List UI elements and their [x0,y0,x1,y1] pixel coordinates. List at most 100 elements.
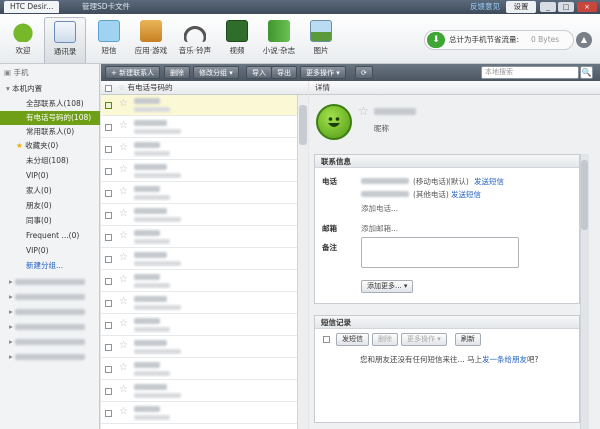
device-tab[interactable]: HTC Desir... [4,1,60,13]
sidebar-account[interactable]: ▸ [0,320,100,334]
row-checkbox[interactable] [105,366,112,373]
minimize-icon[interactable]: _ [540,2,556,12]
table-row[interactable]: ☆ [101,183,297,204]
toolbar-video[interactable]: 视频 [216,17,258,63]
sidebar-item-ungrouped[interactable]: 未分组(108) [0,154,100,168]
row-checkbox[interactable] [105,388,112,395]
toolbar-music[interactable]: 音乐·铃声 [174,17,216,63]
table-row[interactable]: ☆ [101,161,297,182]
row-star-icon[interactable]: ☆ [119,186,128,197]
table-row[interactable]: ☆ [101,337,297,358]
list-scroll-thumb[interactable] [299,105,307,145]
send-sms-link-1[interactable]: 发送短信 [474,176,504,187]
table-row[interactable]: ☆ [101,117,297,138]
collapse-toggle-icon[interactable]: ▲ [576,32,592,48]
table-row[interactable]: ☆ [101,293,297,314]
toolbar-contacts[interactable]: 通讯录 [44,17,86,63]
toolbar-sms[interactable]: 短信 [88,17,130,63]
row-star-icon[interactable]: ☆ [119,406,128,417]
row-checkbox[interactable] [105,410,112,417]
sidebar-item-all[interactable]: 全部联系人(108) [0,97,100,111]
sidebar-account[interactable]: ▸ [0,290,100,304]
sidebar-item-frequent[interactable]: 常用联系人(0) [0,125,100,139]
sidebar-item-frequent-group[interactable]: Frequent ...(0) [0,229,100,243]
row-star-icon[interactable]: ☆ [119,252,128,263]
toolbar-pictures[interactable]: 图片 [300,17,342,63]
refresh-icon[interactable]: ⟳ [355,66,373,79]
row-star-icon[interactable]: ☆ [119,340,128,351]
row-star-icon[interactable]: ☆ [119,230,128,241]
row-checkbox[interactable] [105,234,112,241]
row-checkbox[interactable] [105,322,112,329]
sidebar-phone[interactable]: ▣ 手机 [0,66,100,80]
row-checkbox[interactable] [105,256,112,263]
row-star-icon[interactable]: ☆ [119,318,128,329]
row-checkbox[interactable] [105,190,112,197]
row-star-icon[interactable]: ☆ [119,384,128,395]
search-input[interactable]: 本地搜索 [481,66,579,79]
send-sms-button[interactable]: 发短信 [336,333,369,346]
table-row[interactable]: ☆ [101,227,297,248]
table-row[interactable]: ☆ [101,359,297,380]
search-icon[interactable]: 🔍 [580,66,593,79]
row-checkbox[interactable] [105,278,112,285]
row-star-icon[interactable]: ☆ [119,362,128,373]
sidebar-account[interactable]: ▸ [0,350,100,364]
row-checkbox[interactable] [105,102,112,109]
sidebar-account[interactable]: ▸ [0,305,100,319]
table-row[interactable]: ☆ [101,139,297,160]
new-contact-button[interactable]: + 新建联系人 [105,66,161,79]
row-checkbox[interactable] [105,344,112,351]
table-row[interactable]: ☆ [101,403,297,424]
import-button[interactable]: 导入 [246,66,272,79]
favorite-star-icon[interactable]: ☆ [358,104,369,118]
add-phone-link[interactable]: 添加电话... [361,203,398,214]
toolbar-apps[interactable]: 应用·游戏 [130,17,172,63]
sidebar-item-colleagues[interactable]: 同事(0) [0,214,100,228]
sidebar-item-friends[interactable]: 朋友(0) [0,199,100,213]
row-checkbox[interactable] [105,124,112,131]
add-email-link[interactable]: 添加邮箱... [361,223,398,234]
row-star-icon[interactable]: ☆ [119,164,128,175]
maximize-icon[interactable]: □ [558,2,574,12]
sidebar-item-favorites[interactable]: ★ 收藏夹(0) [0,139,100,153]
detail-scroll-thumb[interactable] [581,160,588,230]
sms-refresh-button[interactable]: 刷新 [455,333,481,346]
export-button[interactable]: 导出 [271,66,297,79]
table-row[interactable]: ☆ [101,205,297,226]
row-star-icon[interactable]: ☆ [119,274,128,285]
row-star-icon[interactable]: ☆ [119,120,128,131]
sms-send-to-friend-link[interactable]: 发一条给朋友 [482,355,527,364]
sms-more-ops-button[interactable]: 更多操作 ▾ [401,333,447,346]
row-star-icon[interactable]: ☆ [119,142,128,153]
toolbar-welcome[interactable]: 欢迎 [2,17,44,63]
sidebar-item-vip[interactable]: VIP(0) [0,169,100,183]
sms-select-all-checkbox[interactable] [323,336,330,343]
table-row[interactable]: ☆ [101,271,297,292]
manage-sd-link[interactable]: 管理SD卡文件 [82,1,130,13]
notes-textarea[interactable] [361,237,519,268]
sidebar-item-vip2[interactable]: VIP(0) [0,244,100,258]
close-icon[interactable]: × [577,2,597,12]
row-checkbox[interactable] [105,146,112,153]
delete-contact-button[interactable]: 删除 [164,66,190,79]
row-checkbox[interactable] [105,300,112,307]
row-star-icon[interactable]: ☆ [119,98,128,109]
table-row[interactable]: ☆ [101,315,297,336]
modify-group-button[interactable]: 修改分组 ▾ [193,66,239,79]
row-star-icon[interactable]: ☆ [119,208,128,219]
sidebar-item-family[interactable]: 家人(0) [0,184,100,198]
sms-delete-button[interactable]: 删除 [372,333,398,346]
add-more-button[interactable]: 添加更多... ▾ [361,280,414,293]
more-actions-button[interactable]: 更多操作 ▾ [300,66,346,79]
toolbar-books[interactable]: 小说·杂志 [258,17,300,63]
list-scrollbar[interactable] [297,95,308,429]
send-sms-link-2[interactable]: 发送短信 [451,189,481,200]
select-all-checkbox[interactable] [105,84,112,92]
sidebar-account[interactable]: ▸ [0,335,100,349]
row-star-icon[interactable]: ☆ [119,296,128,307]
table-row[interactable]: ☆ [101,381,297,402]
feedback-link[interactable]: 反馈意见 [470,1,500,13]
sidebar-item-with-phone[interactable]: 有电话号码的(108) [0,111,100,125]
sidebar-new-group[interactable]: 新建分组... [0,259,100,273]
